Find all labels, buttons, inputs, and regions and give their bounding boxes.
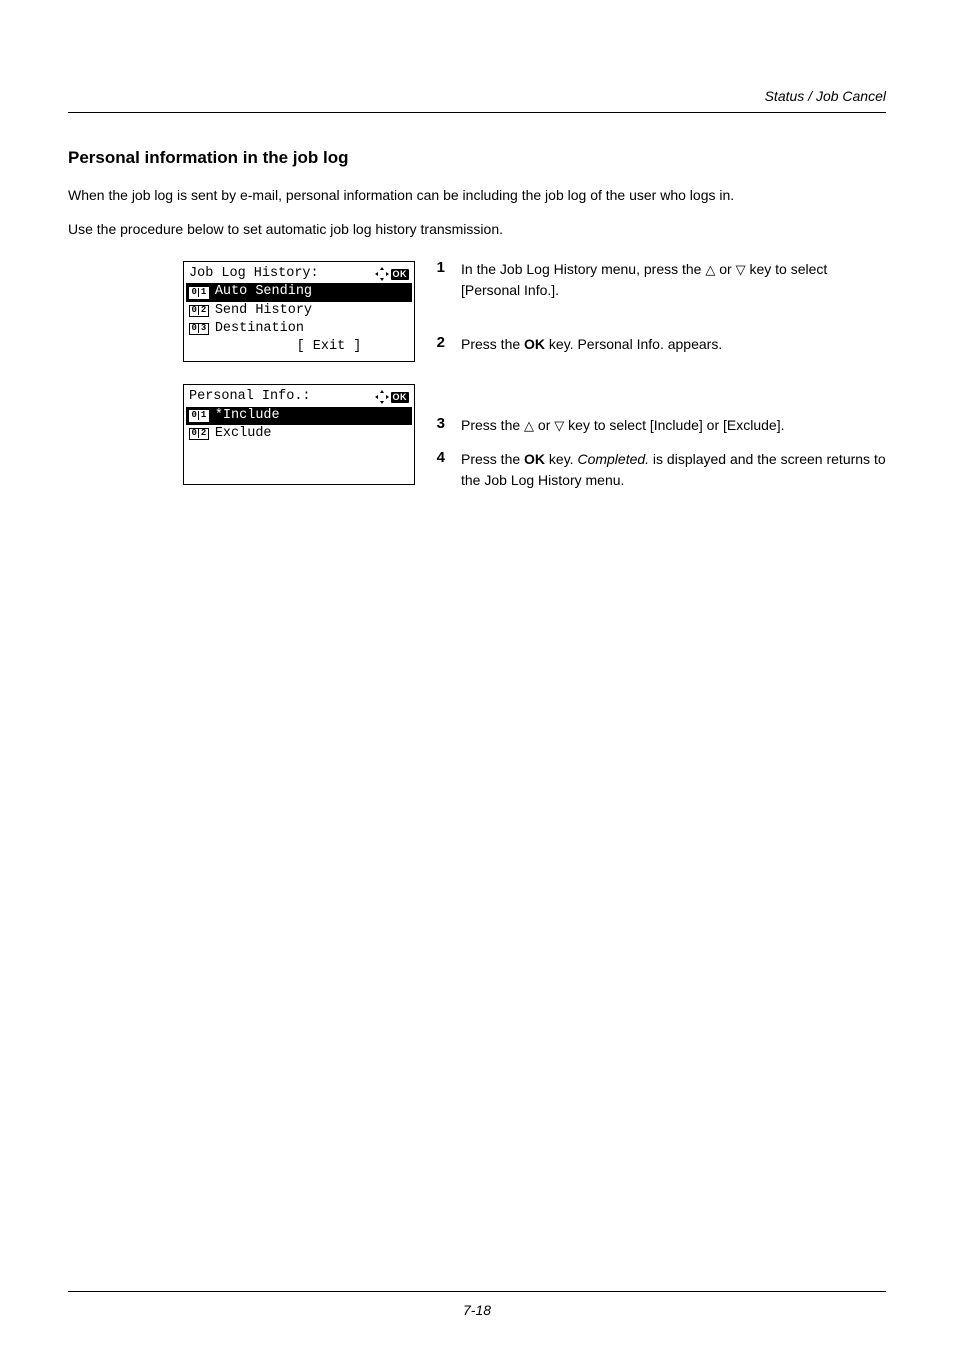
lcd1-row3-text: Destination	[215, 320, 304, 338]
step-3: 3 Press the △ or ▽ key to select [Includ…	[431, 415, 886, 436]
lcd2-row2-text: Exclude	[215, 425, 272, 443]
step-number: 1	[431, 259, 445, 300]
nav-ok-indicator: OK	[375, 390, 410, 404]
step-number: 2	[431, 334, 445, 354]
step-number: 3	[431, 415, 445, 436]
section-heading: Personal information in the job log	[68, 148, 886, 168]
lcd1-title: Job Log History:	[189, 265, 319, 283]
lcd2-blank-row	[189, 461, 409, 479]
steps-column: 1 In the Job Log History menu, press the…	[431, 253, 886, 507]
lcd1-exit: [ Exit ]	[189, 338, 409, 356]
num-badge-01: 01	[189, 410, 209, 422]
lcd-personal-info: Personal Info.: OK 01 *Include	[183, 384, 415, 485]
step-1: 1 In the Job Log History menu, press the…	[431, 259, 886, 300]
nav-arrows-icon	[375, 390, 389, 404]
up-triangle-icon: △	[524, 418, 534, 433]
step-2: 2 Press the OK key. Personal Info. appea…	[431, 334, 886, 354]
intro-paragraph-2: Use the procedure below to set automatic…	[68, 220, 886, 240]
nav-arrows-icon	[375, 267, 389, 281]
step-1-text: In the Job Log History menu, press the △…	[461, 259, 886, 300]
ok-badge-icon: OK	[391, 392, 410, 403]
ok-badge-icon: OK	[391, 269, 410, 280]
lcd1-row2-text: Send History	[215, 302, 312, 320]
lcd2-row-include: 01 *Include	[186, 407, 412, 425]
lcd-job-log-history: Job Log History: OK 01 Auto Sending	[183, 261, 415, 362]
intro-paragraph-1: When the job log is sent by e-mail, pers…	[68, 186, 886, 206]
up-triangle-icon: △	[705, 262, 715, 277]
num-badge-01: 01	[189, 287, 209, 299]
lcd1-row-destination: 03 Destination	[189, 320, 409, 338]
footer-rule	[68, 1291, 886, 1292]
lcd2-blank-row	[189, 443, 409, 461]
num-badge-02: 02	[189, 428, 209, 440]
page-header-section: Status / Job Cancel	[765, 88, 886, 104]
step-3-text: Press the △ or ▽ key to select [Include]…	[461, 415, 886, 436]
step-4-text: Press the OK key. Completed. is displaye…	[461, 449, 886, 490]
lcd2-title: Personal Info.:	[189, 388, 311, 406]
nav-ok-indicator: OK	[375, 267, 410, 281]
num-badge-03: 03	[189, 323, 209, 335]
header-rule	[68, 112, 886, 113]
lcd1-row-send-history: 02 Send History	[189, 302, 409, 320]
page-number: 7-18	[0, 1302, 954, 1318]
lcd2-row1-text: *Include	[215, 407, 280, 425]
lcd2-row-exclude: 02 Exclude	[189, 425, 409, 443]
num-badge-02: 02	[189, 305, 209, 317]
down-triangle-icon: ▽	[554, 418, 564, 433]
down-triangle-icon: ▽	[736, 262, 746, 277]
lcd1-row1-text: Auto Sending	[215, 283, 312, 301]
step-number: 4	[431, 449, 445, 490]
step-2-text: Press the OK key. Personal Info. appears…	[461, 334, 886, 354]
step-4: 4 Press the OK key. Completed. is displa…	[431, 449, 886, 490]
lcd1-row-auto-sending: 01 Auto Sending	[186, 283, 412, 301]
lcd-column: Job Log History: OK 01 Auto Sending	[68, 253, 403, 507]
